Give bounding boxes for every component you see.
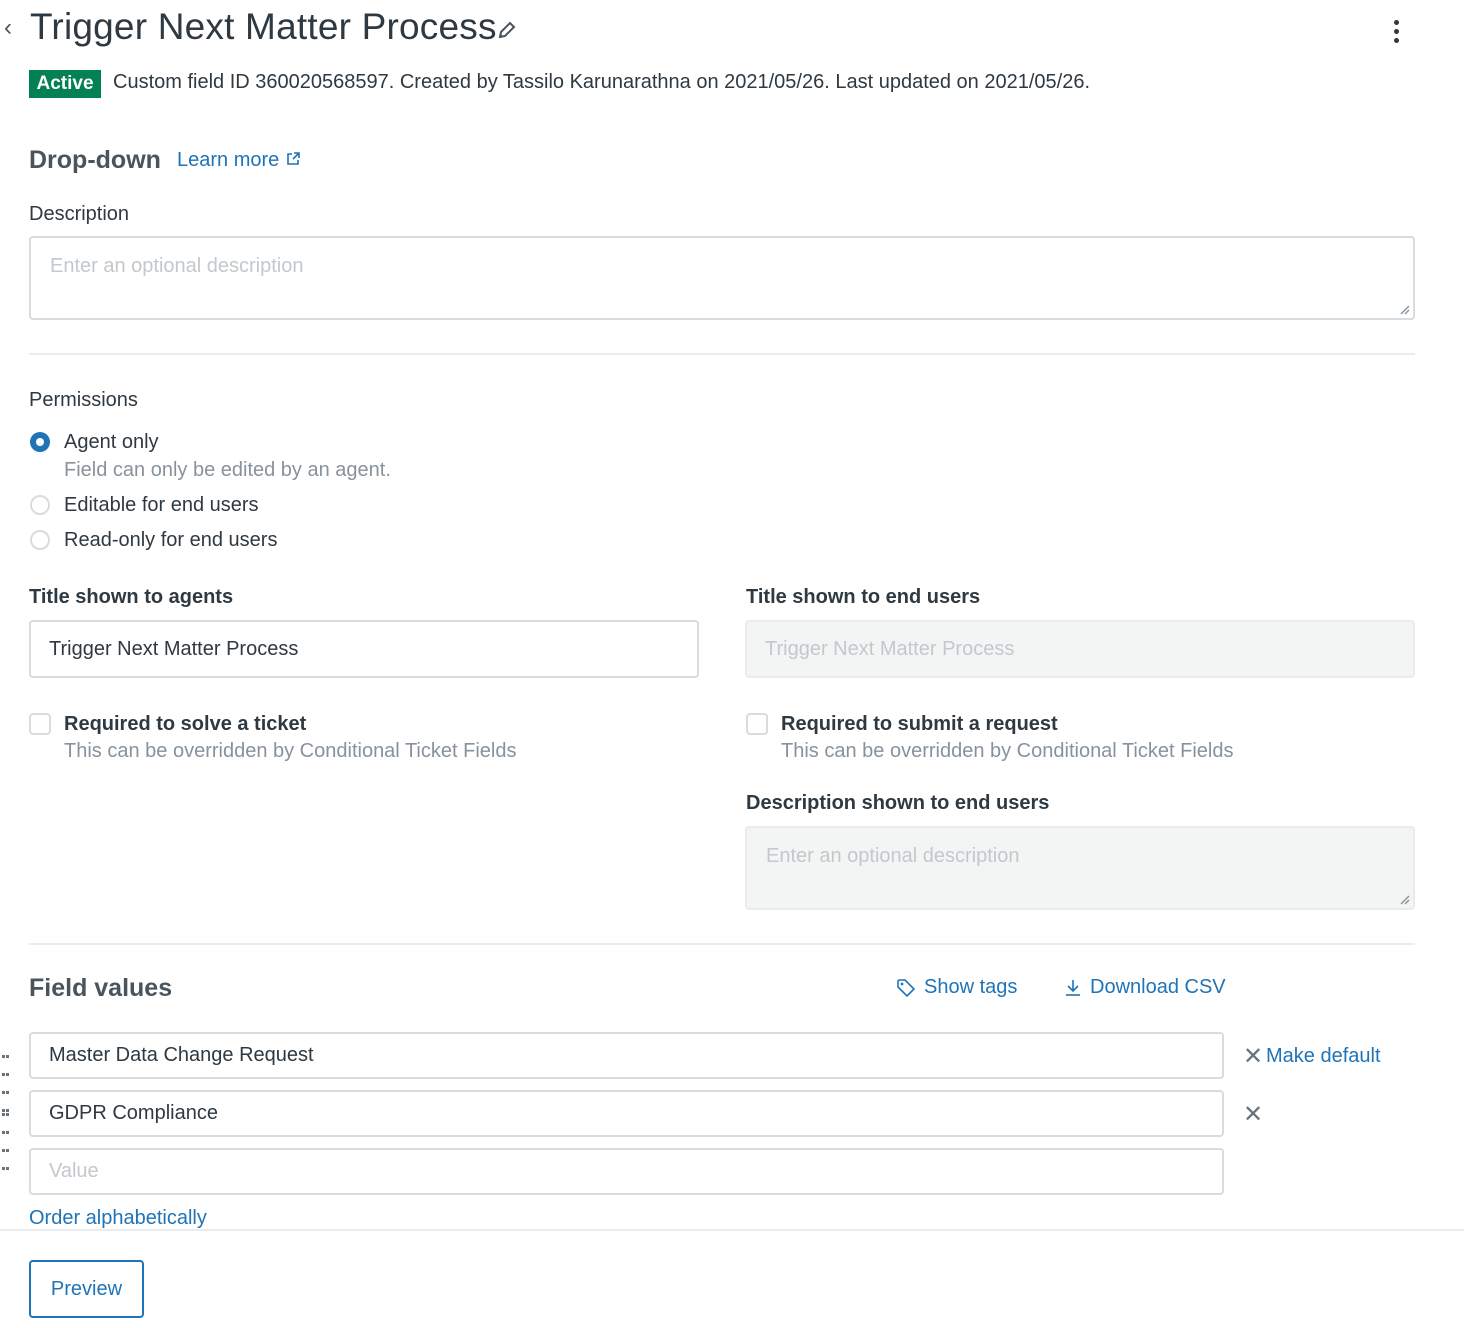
show-tags-button[interactable]: Show tags	[896, 976, 1017, 999]
resize-handle-icon	[1400, 895, 1410, 905]
status-badge: Active	[29, 70, 101, 98]
page-title: Trigger Next Matter Process	[30, 6, 497, 47]
description-label: Description	[29, 203, 130, 225]
learn-more-label: Learn more	[177, 149, 280, 171]
new-value-placeholder: Value	[49, 1160, 99, 1182]
required-submit-label[interactable]: Required to submit a request	[781, 713, 1058, 736]
end-user-title-input: Trigger Next Matter Process	[745, 620, 1415, 678]
field-values-heading: Field values	[29, 974, 173, 1002]
download-csv-label: Download CSV	[1090, 976, 1226, 998]
required-submit-checkbox[interactable]	[746, 713, 768, 735]
required-solve-checkbox[interactable]	[29, 713, 51, 735]
end-user-description-placeholder: Enter an optional description	[766, 845, 1020, 867]
make-default-link[interactable]: Make default	[1266, 1045, 1381, 1068]
drag-handle-icon[interactable]	[2, 1046, 10, 1112]
show-tags-label: Show tags	[924, 976, 1018, 998]
external-link-icon	[287, 152, 300, 165]
description-textarea[interactable]: Enter an optional description	[29, 236, 1415, 320]
radio-agent-only-hint: Field can only be edited by an agent.	[64, 459, 391, 481]
remove-value-icon[interactable]: ✕	[1243, 1103, 1263, 1127]
field-value-input[interactable]: Master Data Change Request	[29, 1032, 1224, 1079]
end-user-description-textarea: Enter an optional description	[745, 826, 1415, 910]
preview-button[interactable]: Preview	[29, 1260, 144, 1318]
order-alphabetically-link[interactable]: Order alphabetically	[29, 1207, 207, 1230]
radio-readonly-end-users[interactable]	[30, 530, 50, 550]
section-divider	[29, 353, 1415, 355]
resize-handle-icon[interactable]	[1398, 303, 1410, 315]
field-value-text: GDPR Compliance	[49, 1102, 218, 1124]
permissions-label: Permissions	[29, 389, 138, 411]
end-user-description-label: Description shown to end users	[746, 792, 1050, 814]
radio-agent-only[interactable]	[30, 432, 50, 452]
agent-title-label: Title shown to agents	[29, 586, 234, 608]
radio-readonly-end-users-label[interactable]: Read-only for end users	[64, 529, 277, 552]
agent-title-input[interactable]: Trigger Next Matter Process	[29, 620, 699, 678]
preview-label: Preview	[50, 1277, 123, 1300]
agent-title-value: Trigger Next Matter Process	[49, 637, 299, 660]
footer-divider	[0, 1229, 1464, 1231]
tag-icon	[897, 978, 916, 997]
required-submit-hint: This can be overridden by Conditional Ti…	[781, 740, 1234, 762]
radio-editable-end-users[interactable]	[30, 495, 50, 515]
section-divider	[29, 943, 1415, 945]
download-csv-button[interactable]: Download CSV	[1064, 976, 1226, 999]
back-chevron-icon[interactable]: ‹	[4, 14, 12, 42]
field-meta-info: Custom field ID 360020568597. Created by…	[113, 71, 1091, 93]
remove-value-icon[interactable]: ✕	[1243, 1045, 1263, 1069]
field-value-input[interactable]: GDPR Compliance	[29, 1090, 1224, 1137]
new-value-input[interactable]: Value	[29, 1148, 1224, 1195]
description-placeholder: Enter an optional description	[50, 255, 304, 277]
field-type-heading: Drop-down	[29, 146, 161, 174]
download-icon	[1066, 979, 1080, 996]
required-solve-hint: This can be overridden by Conditional Ti…	[64, 740, 517, 762]
end-user-title-label: Title shown to end users	[746, 586, 981, 608]
end-user-title-value: Trigger Next Matter Process	[765, 637, 1015, 660]
drag-handle-icon[interactable]	[2, 1104, 10, 1170]
field-value-text: Master Data Change Request	[49, 1044, 314, 1066]
learn-more-link[interactable]: Learn more	[177, 149, 301, 172]
more-options-icon[interactable]	[1384, 20, 1408, 50]
required-solve-label[interactable]: Required to solve a ticket	[64, 713, 306, 736]
radio-agent-only-label[interactable]: Agent only	[64, 431, 159, 454]
edit-pencil-icon[interactable]	[497, 20, 517, 45]
radio-editable-end-users-label[interactable]: Editable for end users	[64, 494, 259, 517]
